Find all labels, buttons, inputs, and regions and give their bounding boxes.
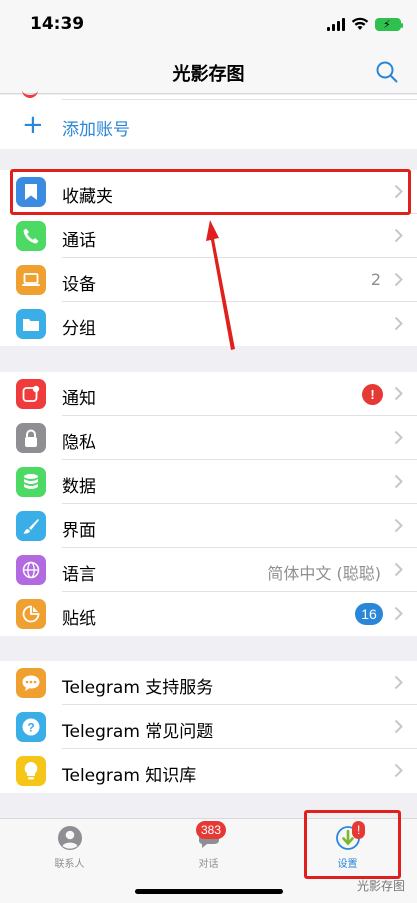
folder-icon: [16, 309, 46, 339]
stickers-badge: 16: [355, 603, 383, 625]
account-section: + 添加账号: [0, 95, 417, 149]
row-appearance[interactable]: 界面: [0, 504, 417, 548]
row-label: Telegram 知识库: [62, 766, 197, 786]
chevron-right-icon: [394, 719, 403, 734]
database-icon: [16, 467, 46, 497]
language-value: 简体中文 (聪聪): [267, 564, 381, 583]
tab-contacts[interactable]: 联系人: [0, 819, 139, 879]
chevron-right-icon: [394, 272, 403, 287]
row-label: 通话: [62, 231, 96, 251]
contacts-icon: [58, 826, 82, 850]
status-bar: 14:39 ⚡: [0, 0, 417, 48]
lightbulb-icon: [16, 756, 46, 786]
add-account-button[interactable]: + 添加账号: [0, 103, 417, 147]
chevron-right-icon: [394, 763, 403, 778]
chevron-right-icon: [394, 675, 403, 690]
row-label: 分组: [62, 319, 96, 339]
row-label: Telegram 支持服务: [62, 678, 214, 698]
chevron-right-icon: [394, 386, 403, 401]
chevron-right-icon: [394, 474, 403, 489]
notification-icon: [16, 379, 46, 409]
row-support[interactable]: Telegram 支持服务: [0, 661, 417, 705]
chevron-right-icon: [394, 430, 403, 445]
add-account-label: 添加账号: [62, 120, 130, 140]
row-folders[interactable]: 分组: [0, 302, 417, 346]
sticker-icon: [16, 599, 46, 629]
status-time: 14:39: [30, 14, 85, 34]
plus-icon: +: [22, 110, 44, 140]
chat-bubble-icon: [16, 668, 46, 698]
chevron-right-icon: [394, 518, 403, 533]
tab-chats[interactable]: 383 对话: [139, 819, 278, 879]
watermark: 光影存图: [356, 879, 405, 893]
home-indicator: [135, 889, 283, 894]
nav-bar: 光影存图: [0, 48, 417, 94]
tab-label: 联系人: [54, 859, 85, 870]
wifi-icon: [351, 17, 369, 30]
row-notifications[interactable]: 通知 !: [0, 372, 417, 416]
brush-icon: [16, 511, 46, 541]
row-language[interactable]: 语言 简体中文 (聪聪): [0, 548, 417, 592]
saved-messages-highlight: [10, 169, 411, 215]
row-privacy[interactable]: 隐私: [0, 416, 417, 460]
chevron-right-icon: [394, 562, 403, 577]
row-knowledge-base[interactable]: Telegram 知识库: [0, 749, 417, 793]
row-calls[interactable]: 通话: [0, 214, 417, 258]
signal-icon: [327, 17, 345, 31]
devices-count: 2: [370, 270, 381, 289]
account-avatar-partial: [22, 89, 38, 98]
row-data[interactable]: 数据: [0, 460, 417, 504]
row-stickers[interactable]: 贴纸 16: [0, 592, 417, 636]
status-icons: ⚡: [327, 16, 403, 32]
phone-icon: [16, 221, 46, 251]
chevron-right-icon: [394, 316, 403, 331]
settings-tab-highlight: [304, 810, 401, 879]
chats-badge: 383: [196, 821, 227, 839]
row-label: Telegram 常见问题: [62, 722, 214, 742]
row-label: 语言: [62, 565, 96, 585]
svg-text:?: ?: [27, 721, 34, 735]
search-icon[interactable]: [375, 60, 399, 84]
question-icon: ?: [16, 712, 46, 742]
chevron-right-icon: [394, 606, 403, 621]
row-faq[interactable]: ? Telegram 常见问题: [0, 705, 417, 749]
row-label: 数据: [62, 477, 96, 497]
page-title: 光影存图: [172, 64, 245, 85]
row-label: 界面: [62, 521, 96, 541]
settings-group-2: 通知 ! 隐私 数据 界面 语言 简体中文 (聪聪) 贴纸 16: [0, 372, 417, 636]
row-label: 贴纸: [62, 609, 96, 629]
battery-charging-icon: ⚡: [375, 17, 403, 31]
lock-icon: [16, 423, 46, 453]
row-label: 隐私: [62, 433, 96, 453]
tab-label: 对话: [198, 859, 219, 870]
notification-badge: !: [362, 384, 383, 405]
settings-group-3: Telegram 支持服务 ? Telegram 常见问题 Telegram 知…: [0, 661, 417, 793]
row-label: 通知: [62, 389, 96, 409]
chevron-right-icon: [394, 228, 403, 243]
row-label: 设备: [62, 275, 96, 295]
row-devices[interactable]: 设备 2: [0, 258, 417, 302]
globe-icon: [16, 555, 46, 585]
laptop-icon: [16, 265, 46, 295]
